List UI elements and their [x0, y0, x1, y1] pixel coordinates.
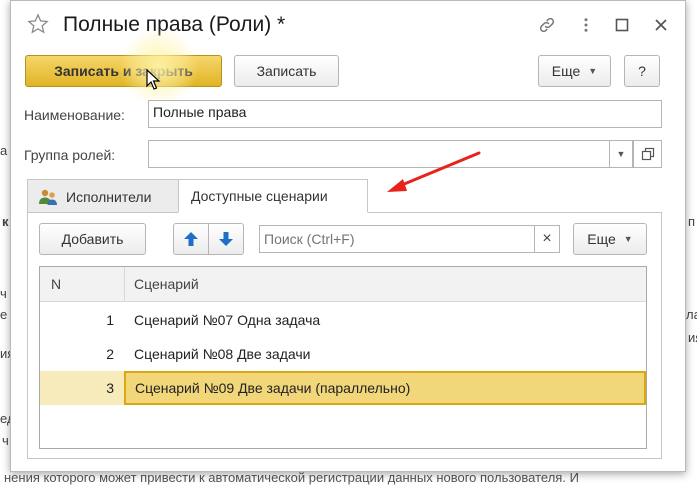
role-group-open-button[interactable]	[633, 140, 662, 168]
search-input[interactable]	[259, 225, 535, 253]
bg-text-fragment: ч	[0, 286, 7, 301]
help-button[interactable]: ?	[624, 55, 660, 87]
tab-executors[interactable]: Исполнители	[27, 179, 179, 213]
link-icon[interactable]	[537, 15, 557, 35]
name-label: Наименование:	[24, 107, 125, 123]
more-label: Еще	[587, 231, 616, 247]
bg-document-text: нения которого может привести к автомати…	[4, 470, 579, 485]
clear-search-button[interactable]: ×	[534, 225, 560, 253]
role-group-label: Группа ролей:	[24, 147, 116, 163]
tab-executors-label: Исполнители	[66, 188, 152, 205]
row-number: 1	[106, 312, 114, 328]
bg-text-fragment: ла	[686, 307, 697, 322]
role-group-dropdown-button[interactable]: ▼	[609, 140, 633, 168]
bg-text-fragment: а	[0, 143, 8, 158]
dropdown-arrow-icon: ▼	[623, 234, 633, 244]
table-header: N Сценарий	[40, 267, 646, 302]
dropdown-arrow-icon: ▼	[616, 149, 626, 159]
maximize-icon[interactable]	[612, 15, 632, 35]
row-number: 2	[106, 346, 114, 362]
row-scenario-name: Сценарий №07 Одна задача	[134, 312, 321, 328]
column-header-n[interactable]: N	[51, 267, 61, 301]
more-actions-icon[interactable]	[576, 15, 596, 35]
table-row-selected[interactable]: 3 Сценарий №09 Две задачи (параллельно)	[40, 371, 646, 405]
star-icon[interactable]	[27, 13, 49, 35]
add-button[interactable]: Добавить	[39, 223, 146, 255]
bg-text-fragment: ия	[688, 330, 697, 345]
bg-text-fragment: е	[0, 307, 8, 322]
table-row[interactable]: 1 Сценарий №07 Одна задача	[40, 303, 646, 337]
more-menu-button[interactable]: Еще ▼	[538, 55, 611, 87]
name-input[interactable]: Полные права	[148, 100, 662, 128]
column-divider	[124, 267, 125, 301]
cursor-highlight	[119, 27, 199, 107]
role-form-window: Полные права (Роли) * Записать и закрыть…	[10, 0, 686, 472]
scenarios-table: N Сценарий 1 Сценарий №07 Одна задача 2 …	[39, 266, 647, 449]
move-up-button[interactable]	[173, 223, 209, 255]
table-row[interactable]: 2 Сценарий №08 Две задачи	[40, 337, 646, 371]
tab-available-scenarios-label: Доступные сценарии	[191, 188, 328, 204]
tab-available-scenarios[interactable]: Доступные сценарии	[178, 179, 368, 213]
role-group-input[interactable]	[148, 140, 610, 168]
annotation-arrow-icon	[387, 151, 481, 192]
more-label: Еще	[551, 63, 581, 79]
save-button[interactable]: Записать	[234, 55, 339, 87]
bg-text-fragment: к	[2, 214, 9, 229]
move-down-button[interactable]	[208, 223, 244, 255]
row-scenario-name: Сценарий №08 Две задачи	[134, 346, 311, 362]
bg-text-fragment: ч	[2, 433, 9, 448]
row-number: 3	[106, 380, 114, 396]
close-icon[interactable]	[651, 15, 671, 35]
bg-text-fragment: п	[688, 214, 696, 229]
arrow-up-icon	[184, 232, 198, 246]
row-scenario-name: Сценарий №09 Две задачи (параллельно)	[124, 371, 646, 405]
open-form-icon	[641, 147, 654, 161]
mouse-cursor-icon	[146, 69, 161, 90]
arrow-down-icon	[219, 232, 233, 246]
panel-more-menu-button[interactable]: Еще ▼	[573, 223, 647, 255]
title-bar: Полные права (Роли) *	[11, 1, 685, 49]
users-icon	[39, 189, 57, 205]
dropdown-arrow-icon: ▼	[588, 66, 598, 76]
column-header-scenario[interactable]: Сценарий	[134, 267, 199, 301]
